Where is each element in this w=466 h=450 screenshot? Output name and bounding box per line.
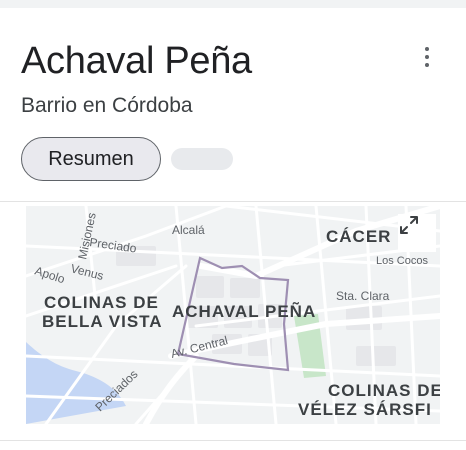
street-los-cocos: Los Cocos xyxy=(376,255,428,267)
label-achaval-pena: ACHAVAL PEÑA xyxy=(172,301,316,321)
tab-resumen[interactable]: Resumen xyxy=(21,137,161,181)
divider-top xyxy=(0,201,466,202)
street-venus: Venus xyxy=(69,261,105,283)
place-subtitle: Barrio en Córdoba xyxy=(21,94,193,117)
divider-bottom xyxy=(0,440,466,441)
label-colinas-velez-2: VÉLEZ SÁRSFI xyxy=(298,400,432,419)
label-colinas-bella-vista-1: COLINAS DE xyxy=(44,293,159,312)
map-preview[interactable]: Misiones Preciado Alcalá Apolo Venus Los… xyxy=(26,206,440,424)
top-band xyxy=(0,0,466,8)
street-sta-clara: Sta. Clara xyxy=(336,289,390,303)
tab-placeholder xyxy=(171,148,233,170)
map-canvas: Misiones Preciado Alcalá Apolo Venus Los… xyxy=(26,206,440,424)
more-vert-icon[interactable] xyxy=(414,44,440,70)
street-alcala: Alcalá xyxy=(172,223,205,237)
label-colinas-velez-1: COLINAS DE xyxy=(328,381,440,400)
label-caceres: CÁCER xyxy=(326,227,391,246)
label-colinas-bella-vista-2: BELLA VISTA xyxy=(42,312,163,331)
place-title: Achaval Peña xyxy=(21,40,252,82)
expand-icon[interactable] xyxy=(398,214,436,252)
street-apolo: Apolo xyxy=(33,264,67,287)
